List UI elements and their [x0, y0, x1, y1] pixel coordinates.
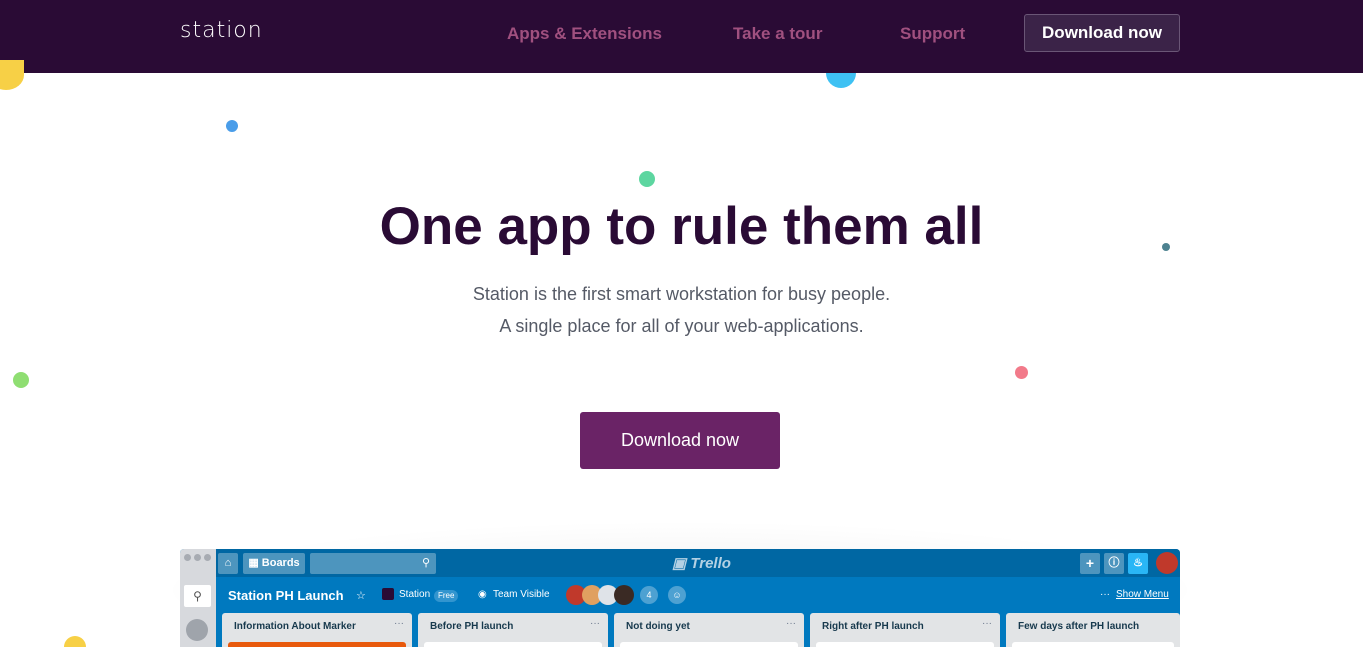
boards-icon: ▦	[248, 557, 259, 569]
hero-subtitle-line2: A single place for all of your web-appli…	[499, 316, 864, 336]
list-column: Before PH launch ···	[418, 613, 608, 647]
trello-header: ⌂ ▦ Boards ⚲ ▣ Trello + ⓘ ♨	[216, 549, 1180, 577]
list-column: Right after PH launch ···	[810, 613, 1000, 647]
team-name[interactable]: Station	[399, 589, 430, 600]
list-menu-icon[interactable]: ···	[394, 618, 404, 629]
list-title[interactable]: Not doing yet	[626, 621, 690, 632]
member-count[interactable]: 4	[640, 586, 658, 604]
trello-logo-text: Trello	[690, 555, 731, 572]
hero-download-button[interactable]: Download now	[580, 412, 780, 469]
decor-dot	[226, 120, 238, 132]
list-menu-icon[interactable]: ···	[982, 618, 992, 629]
station-logo[interactable]: station	[180, 18, 263, 43]
list-card[interactable]	[816, 642, 994, 647]
hero-title: One app to rule them all	[379, 197, 984, 256]
decor-dot	[0, 60, 24, 90]
info-icon[interactable]: ⓘ	[1104, 553, 1124, 574]
station-sidebar: ⚲	[180, 549, 216, 647]
nav-link-take-a-tour[interactable]: Take a tour	[733, 24, 822, 44]
home-icon[interactable]: ⌂	[218, 553, 238, 574]
list-card[interactable]	[620, 642, 798, 647]
board-lists: Information About Marker ··· Before PH l…	[216, 613, 1180, 647]
window-close-dot[interactable]	[184, 554, 191, 561]
trello-logo[interactable]: ▣ Trello	[672, 554, 731, 572]
trello-search-input[interactable]: ⚲	[310, 553, 436, 574]
team-icon	[382, 588, 394, 600]
member-avatar[interactable]	[614, 585, 634, 605]
decor-dot	[13, 372, 29, 388]
board-header: Station PH Launch ☆ Station Free ◉ Team …	[216, 577, 1180, 613]
decor-dot	[826, 73, 856, 88]
list-menu-icon[interactable]: ···	[786, 618, 796, 629]
sidebar-app-avatar[interactable]	[186, 619, 208, 641]
list-column: Few days after PH launch	[1006, 613, 1180, 647]
add-icon[interactable]: +	[1080, 553, 1100, 574]
list-card[interactable]	[424, 642, 602, 647]
list-menu-icon[interactable]: ···	[590, 618, 600, 629]
boards-button[interactable]: ▦ Boards	[243, 553, 305, 574]
list-title[interactable]: Information About Marker	[234, 621, 356, 632]
window-zoom-dot[interactable]	[204, 554, 211, 561]
decor-dot	[64, 636, 86, 647]
show-menu-link[interactable]: Show Menu	[1116, 589, 1169, 600]
search-icon: ⚲	[421, 557, 430, 569]
more-icon[interactable]: ···	[1100, 589, 1110, 600]
nav-link-support[interactable]: Support	[900, 24, 965, 44]
visibility-label[interactable]: Team Visible	[493, 589, 550, 600]
window-minimize-dot[interactable]	[194, 554, 201, 561]
list-card[interactable]	[1012, 642, 1174, 647]
list-card[interactable]	[228, 642, 406, 647]
nav-download-button[interactable]: Download now	[1024, 14, 1180, 52]
list-title[interactable]: Few days after PH launch	[1018, 621, 1139, 632]
top-navbar: station Apps & Extensions Take a tour Su…	[0, 0, 1363, 73]
decor-dot	[1015, 366, 1028, 379]
decor-dot	[639, 171, 655, 187]
user-avatar[interactable]	[1156, 552, 1178, 574]
star-icon[interactable]: ☆	[356, 589, 366, 602]
free-badge: Free	[434, 590, 459, 602]
board-title[interactable]: Station PH Launch	[228, 588, 344, 603]
trello-logo-icon: ▣	[672, 555, 687, 572]
sidebar-search-icon[interactable]: ⚲	[184, 585, 211, 607]
list-column: Information About Marker ···	[222, 613, 412, 647]
notification-bell-icon[interactable]: ♨	[1128, 553, 1148, 574]
list-title[interactable]: Before PH launch	[430, 621, 513, 632]
boards-label: Boards	[261, 557, 300, 569]
nav-link-apps-extensions[interactable]: Apps & Extensions	[507, 24, 662, 44]
app-preview-window: ⚲ ⌂ ▦ Boards ⚲ ▣ Trello + ⓘ ♨ Station PH…	[180, 549, 1180, 647]
hero-subtitle-line1: Station is the first smart workstation f…	[472, 284, 891, 304]
list-title[interactable]: Right after PH launch	[822, 621, 924, 632]
visibility-icon: ◉	[478, 589, 487, 600]
invite-member-icon[interactable]: ☺	[668, 586, 686, 604]
list-column: Not doing yet ···	[614, 613, 804, 647]
